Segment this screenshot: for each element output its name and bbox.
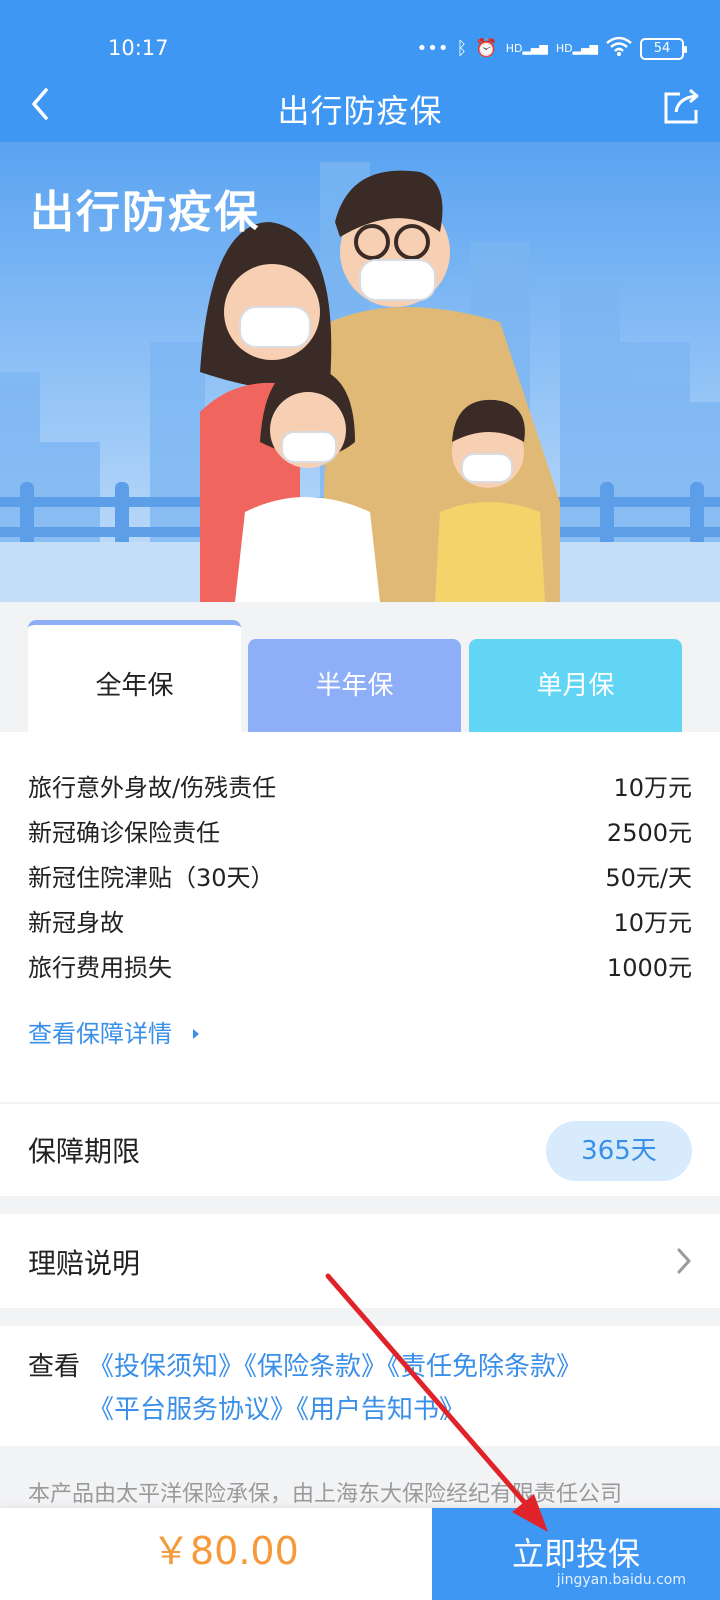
period-value-pill[interactable]: 365天 [546,1121,692,1181]
coverage-name: 新冠确诊保险责任 [28,819,220,847]
signal-icon: HD▂▄▆ [555,42,598,55]
bluetooth-icon: ᛒ [456,38,468,59]
coverage-row: 新冠身故 10万元 [28,903,692,943]
coverage-amount: 2500元 [606,819,692,847]
watermark: jingyan.baidu.com [556,1572,686,1588]
page-title: 出行防疫保 [277,92,443,130]
doc-link-terms[interactable]: 《保险条款》 [244,1352,387,1382]
alarm-icon: ⏰ [475,38,498,59]
price: ￥80.00 [152,1529,299,1573]
coverage-amount: 1000元 [606,954,692,982]
details-link-label: 查看保障详情 [28,1020,172,1048]
plan-tabs: 全年保 半年保 单月保 [0,602,720,734]
coverage-row: 旅行费用损失 1000元 [28,948,692,988]
coverage-name: 旅行费用损失 [28,954,172,982]
coverage-amount: 10万元 [613,774,692,802]
period-label: 保障期限 [28,1135,141,1168]
wifi-icon [606,36,632,61]
status-icons: ••• ᛒ ⏰ HD▂▄▆ HD▂▄▆ 54 [416,36,687,61]
view-coverage-details-link[interactable]: 查看保障详情 [28,1014,204,1049]
caret-right-icon [192,1029,199,1039]
coverage-period-row: 保障期限 365天 [0,1104,720,1196]
hero-banner: 出行防疫保 [0,142,720,602]
top-bar: 10:17 ••• ᛒ ⏰ HD▂▄▆ HD▂▄▆ 54 出行防疫保 [0,0,720,142]
coverage-section: 旅行意外身故/伤残责任 10万元 新冠确诊保险责任 2500元 新冠住院津贴（3… [0,732,720,1102]
coverage-name: 新冠身故 [28,909,124,937]
status-time: 10:17 [108,36,169,60]
coverage-row: 旅行意外身故/伤残责任 10万元 [28,768,692,808]
signal-icon: HD▂▄▆ [505,42,548,55]
docs-prefix: 查看 [28,1352,81,1382]
share-icon [664,88,699,124]
coverage-name: 旅行意外身故/伤残责任 [28,774,277,802]
chevron-right-icon [677,1248,691,1274]
coverage-amount: 50元/天 [605,864,692,892]
claims-label: 理赔说明 [28,1247,141,1280]
share-button[interactable] [660,84,704,128]
tab-half-year[interactable]: 半年保 [248,639,461,734]
doc-link-exclusions[interactable]: 《责任免除条款》 [387,1352,582,1382]
tab-full-year[interactable]: 全年保 [28,620,241,734]
battery-icon: 54 [640,37,687,60]
more-dots-icon: ••• [416,38,449,59]
bottom-bar: ￥80.00 立即投保 jingyan.baidu.com [0,1508,720,1600]
coverage-row: 新冠住院津贴（30天） 50元/天 [28,858,692,898]
underwriter-disclaimer: 本产品由太平洋保险承保，由上海东大保险经纪有限责任公司 [28,1482,623,1507]
coverage-name: 新冠住院津贴（30天） [28,864,275,892]
coverage-row: 新冠确诊保险责任 2500元 [28,813,692,853]
coverage-amount: 10万元 [613,909,692,937]
doc-link-user-notice[interactable]: 《用户告知书》 [296,1395,465,1425]
doc-link-service-agreement[interactable]: 《平台服务协议》 [88,1395,296,1425]
documents-section: 查看 《投保须知》《保险条款》《责任免除条款》 《平台服务协议》《用户告知书》 [0,1326,720,1446]
tab-single-month[interactable]: 单月保 [469,639,682,734]
doc-link-notice[interactable]: 《投保须知》 [88,1352,244,1382]
claims-instructions-row[interactable]: 理赔说明 [0,1214,720,1308]
hero-title: 出行防疫保 [30,187,260,238]
